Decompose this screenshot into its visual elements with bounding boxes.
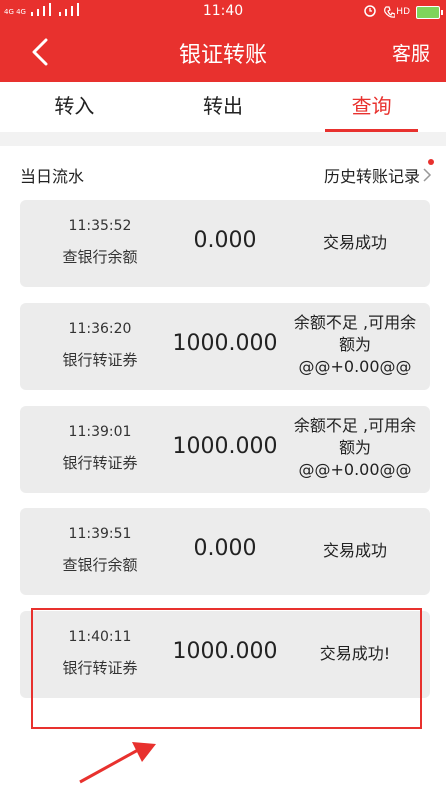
record-type: 查银行余额 xyxy=(62,248,138,266)
record-status: 余额不足 ,可用余额为@@+0.00@@ xyxy=(293,313,417,376)
history-records-link[interactable]: 历史转账记录 xyxy=(324,163,432,187)
divider xyxy=(0,132,446,146)
notification-dot xyxy=(428,159,434,165)
record-type: 银行转证券 xyxy=(62,454,138,472)
record-time: 11:39:51 xyxy=(68,526,132,542)
history-label: 历史转账记录 xyxy=(323,167,420,186)
section-title: 当日流水 xyxy=(20,167,85,186)
status-icons: HD xyxy=(363,3,443,21)
record-amount: 1000.000 xyxy=(172,434,278,459)
highlight-box xyxy=(31,608,422,729)
section-header: 当日流水 历史转账记录 xyxy=(0,146,446,196)
tab-query[interactable]: 查询 xyxy=(297,82,446,132)
record-time: 11:39:01 xyxy=(68,424,132,440)
record-status: 交易成功 xyxy=(322,541,387,560)
customer-service-button[interactable]: 客服 xyxy=(392,39,430,66)
page-title: 银证转账 xyxy=(178,43,267,68)
tab-transfer-out[interactable]: 转出 xyxy=(149,82,298,132)
record-type: 银行转证券 xyxy=(62,351,138,369)
transaction-record: 11:35:52 查银行余额 0.000 交易成功 xyxy=(20,200,430,287)
hd-call-icon: HD xyxy=(383,5,410,19)
record-time: 11:36:20 xyxy=(68,321,132,337)
record-amount: 0.000 xyxy=(193,536,257,561)
status-bar: 4G 4G 11:40 HD xyxy=(0,0,446,22)
transaction-record: 11:39:51 查银行余额 0.000 交易成功 xyxy=(20,508,430,595)
record-status: 交易成功 xyxy=(322,233,387,252)
record-type: 查银行余额 xyxy=(62,556,138,574)
record-amount: 0.000 xyxy=(193,228,257,253)
transaction-record: 11:36:20 银行转证券 1000.000 余额不足 ,可用余额为@@+0.… xyxy=(20,303,430,390)
tab-bar: 转入 转出 查询 xyxy=(0,82,446,133)
chevron-right-icon xyxy=(423,168,432,182)
app-header: 银证转账 客服 xyxy=(0,22,446,82)
chevron-left-icon xyxy=(32,38,48,66)
transaction-record: 11:39:01 银行转证券 1000.000 余额不足 ,可用余额为@@+0.… xyxy=(20,406,430,493)
battery-icon xyxy=(416,5,443,19)
alarm-icon xyxy=(363,3,377,21)
arrow-icon xyxy=(79,742,156,784)
hd-label: HD xyxy=(396,7,410,17)
record-amount: 1000.000 xyxy=(172,331,278,356)
tab-transfer-in[interactable]: 转入 xyxy=(0,82,149,132)
back-button[interactable] xyxy=(22,34,58,70)
record-time: 11:35:52 xyxy=(68,218,132,234)
record-status: 余额不足 ,可用余额为@@+0.00@@ xyxy=(293,416,417,479)
